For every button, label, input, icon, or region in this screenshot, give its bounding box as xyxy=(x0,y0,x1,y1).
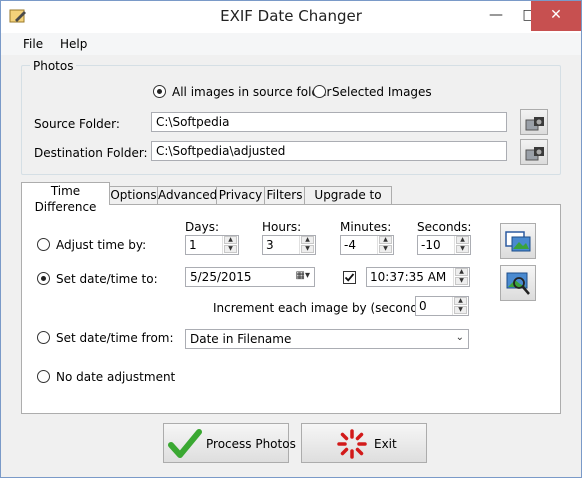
source-select-value: Date in Filename xyxy=(190,332,292,346)
spin-down-icon[interactable]: ▼ xyxy=(454,306,467,314)
browse-destination-button[interactable] xyxy=(520,139,548,165)
radio-selected-images[interactable] xyxy=(313,85,326,98)
radio-set-from[interactable] xyxy=(37,331,50,344)
spin-up-icon[interactable]: ▲ xyxy=(455,268,468,276)
radio-selected-images-label[interactable]: Selected Images xyxy=(332,85,432,99)
spin-down-icon[interactable]: ▼ xyxy=(379,245,392,253)
browse-source-button[interactable] xyxy=(520,109,548,135)
source-select[interactable]: Date in Filename ⌄ xyxy=(185,329,469,349)
source-folder-input[interactable]: C:\Softpedia xyxy=(151,112,507,132)
days-stepper[interactable]: 1 ▲ ▼ xyxy=(185,235,239,255)
tab-options[interactable]: Options xyxy=(109,186,158,204)
tab-privacy[interactable]: Privacy xyxy=(216,186,265,204)
photos-group-title: Photos xyxy=(30,59,77,73)
spin-up-icon[interactable]: ▲ xyxy=(301,236,314,244)
seconds-value: -10 xyxy=(421,238,441,252)
spin-down-icon[interactable]: ▼ xyxy=(455,277,468,285)
seconds-stepper[interactable]: -10 ▲ ▼ xyxy=(417,235,471,255)
spin-up-icon[interactable]: ▲ xyxy=(454,297,467,305)
tab-upgrade[interactable]: Upgrade to Pro xyxy=(304,186,392,218)
calendar-dropdown-icon[interactable]: ▦▾ xyxy=(296,270,310,281)
menu-help[interactable]: Help xyxy=(60,37,87,51)
destination-folder-label: Destination Folder: xyxy=(34,146,148,160)
menu-file[interactable]: File xyxy=(23,37,43,51)
checkmark-icon xyxy=(344,273,355,282)
spin-up-icon[interactable]: ▲ xyxy=(224,236,237,244)
apply-adjust-button[interactable] xyxy=(500,223,536,259)
hours-stepper[interactable]: 3 ▲ ▼ xyxy=(262,235,316,255)
radio-set-datetime[interactable] xyxy=(37,272,50,285)
days-label: Days: xyxy=(185,220,219,234)
hours-label: Hours: xyxy=(262,220,302,234)
spin-down-icon[interactable]: ▼ xyxy=(301,245,314,253)
minutes-stepper[interactable]: -4 ▲ ▼ xyxy=(340,235,394,255)
set-from-label[interactable]: Set date/time from: xyxy=(56,331,174,345)
photos-icon xyxy=(505,231,531,252)
seconds-label: Seconds: xyxy=(417,220,472,234)
exit-button[interactable]: Exit xyxy=(301,423,427,463)
date-picker[interactable]: 5/25/2015 ▦▾ xyxy=(185,267,315,287)
photo-zoom-icon xyxy=(506,272,530,295)
menu-bar: File Help xyxy=(1,33,581,55)
minutes-label: Minutes: xyxy=(340,220,392,234)
exit-star-icon xyxy=(337,429,367,459)
spin-up-icon[interactable]: ▲ xyxy=(456,236,469,244)
apply-set-button[interactable] xyxy=(500,265,536,301)
set-datetime-label[interactable]: Set date/time to: xyxy=(56,272,158,286)
radio-adjust-time[interactable] xyxy=(37,238,50,251)
exit-label: Exit xyxy=(374,437,397,451)
increment-label: Increment each image by (seconds) xyxy=(213,301,429,315)
date-value: 5/25/2015 xyxy=(190,270,252,284)
tab-time-difference[interactable]: Time Difference xyxy=(21,182,110,214)
adjust-time-label[interactable]: Adjust time by: xyxy=(56,238,146,252)
folder-camera-icon xyxy=(525,117,544,131)
destination-folder-input[interactable]: C:\Softpedia\adjusted xyxy=(151,141,507,161)
increment-value: 0 xyxy=(419,299,427,313)
no-adjustment-label[interactable]: No date adjustment xyxy=(56,370,175,384)
chevron-down-icon[interactable]: ⌄ xyxy=(456,332,464,343)
time-checkbox[interactable] xyxy=(343,271,356,284)
tab-advanced[interactable]: Advanced xyxy=(157,186,217,204)
radio-all-images-label[interactable]: All images in source folder xyxy=(172,85,331,99)
increment-stepper[interactable]: 0 ▲ ▼ xyxy=(415,296,469,316)
radio-no-adjustment[interactable] xyxy=(37,370,50,383)
title-bar: EXIF Date Changer — □ ✕ xyxy=(1,1,581,33)
green-check-icon xyxy=(168,429,202,458)
source-folder-label: Source Folder: xyxy=(34,117,120,131)
process-photos-button[interactable]: Process Photos xyxy=(163,423,296,463)
tab-filters[interactable]: Filters xyxy=(264,186,305,204)
time-stepper[interactable]: 10:37:35 AM ▲ ▼ xyxy=(366,267,470,287)
app-window: EXIF Date Changer — □ ✕ File Help Photos… xyxy=(0,0,582,478)
time-value: 10:37:35 AM xyxy=(370,270,447,284)
process-photos-label: Process Photos xyxy=(206,437,296,451)
spin-down-icon[interactable]: ▼ xyxy=(456,245,469,253)
folder-camera-icon xyxy=(525,147,544,161)
radio-all-images[interactable] xyxy=(153,85,166,98)
spin-down-icon[interactable]: ▼ xyxy=(224,245,237,253)
spin-up-icon[interactable]: ▲ xyxy=(379,236,392,244)
close-button[interactable]: ✕ xyxy=(531,1,581,31)
days-value: 1 xyxy=(189,238,197,252)
hours-value: 3 xyxy=(266,238,274,252)
minutes-value: -4 xyxy=(344,238,356,252)
